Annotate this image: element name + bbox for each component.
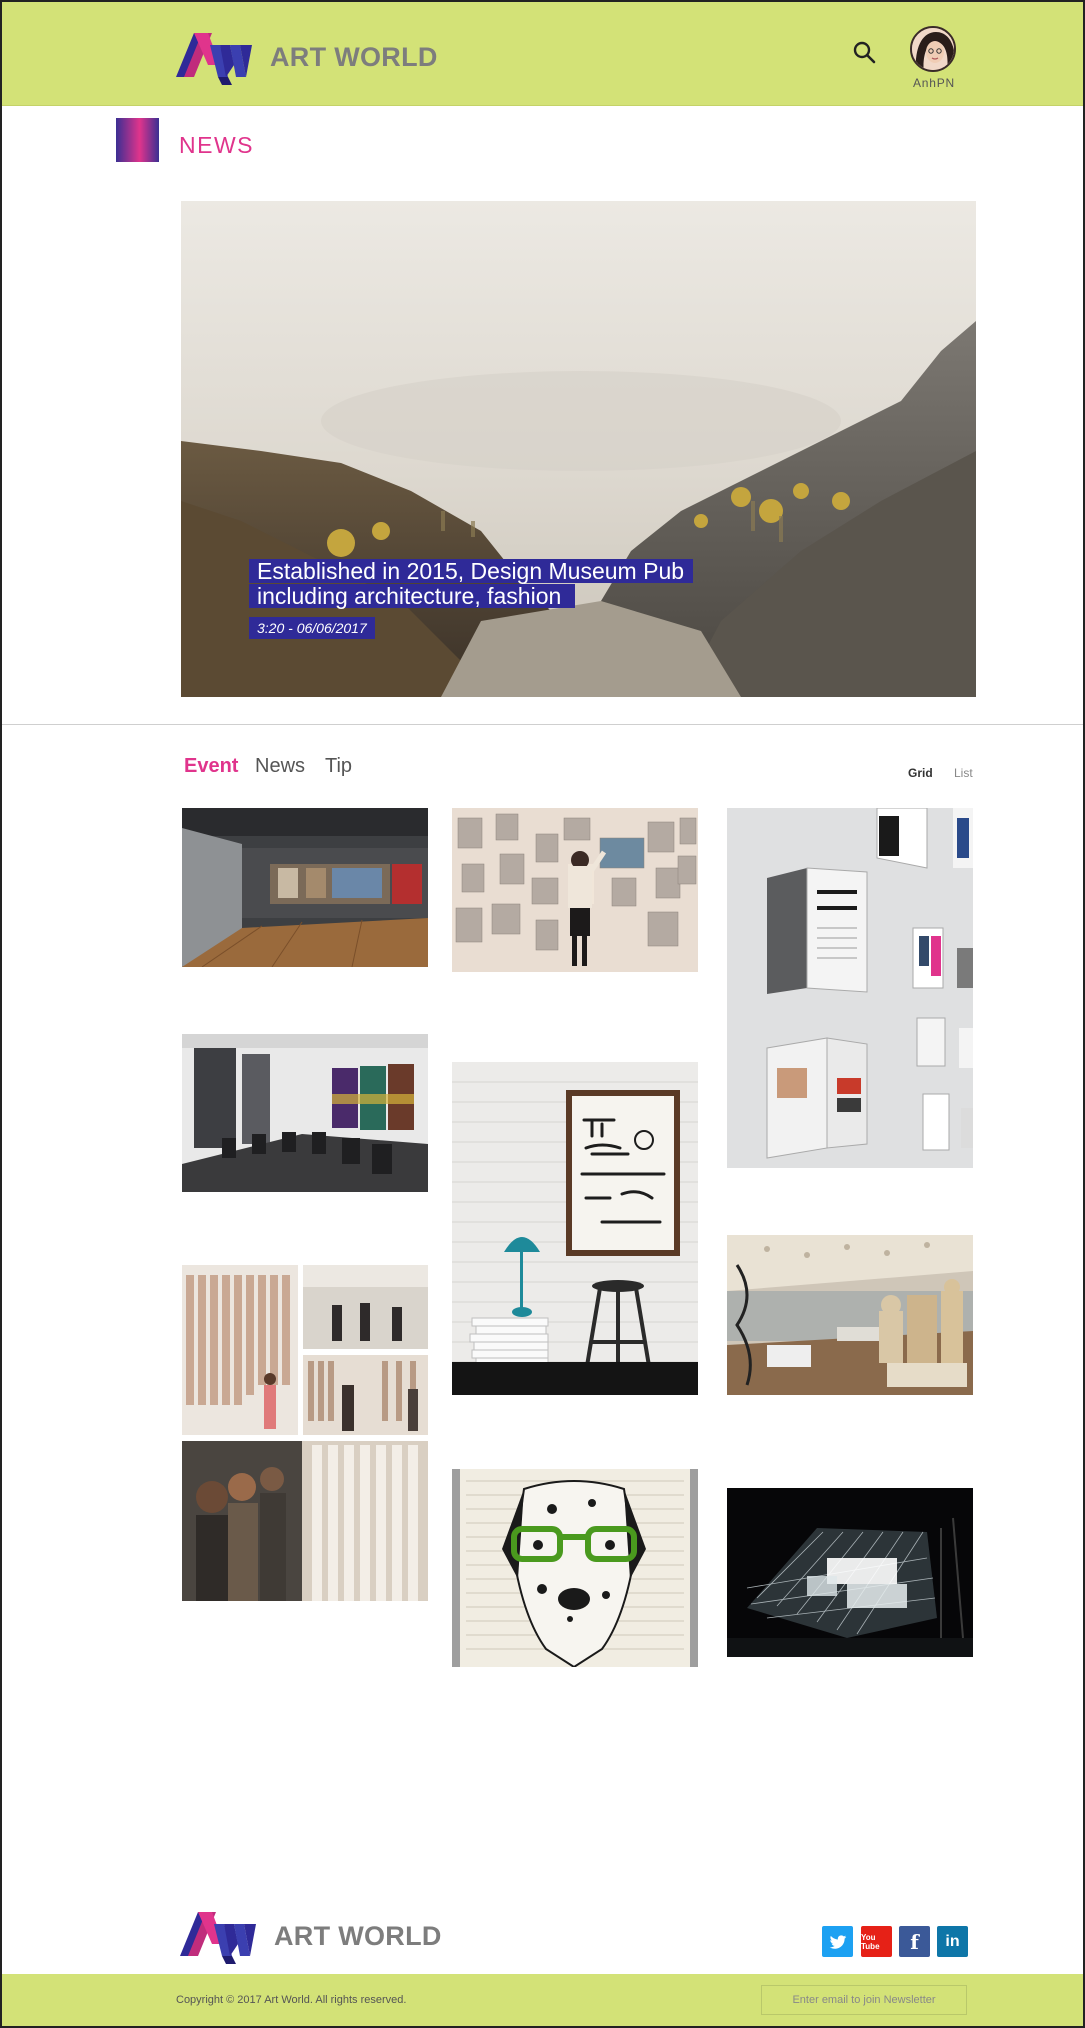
wall-visitor-image xyxy=(452,808,698,972)
twitter-icon[interactable] xyxy=(822,1926,853,1957)
gallery-coffee-poster[interactable] xyxy=(452,1062,698,1395)
search-icon[interactable] xyxy=(852,40,878,66)
gallery-collage-visitors[interactable] xyxy=(182,1265,428,1601)
gallery-design-exhibition[interactable] xyxy=(727,1235,973,1395)
design-exhibition-image xyxy=(727,1235,973,1395)
art-world-logo-icon xyxy=(176,33,252,85)
gallery-dog-poster[interactable] xyxy=(452,1469,698,1667)
gallery-meeting-room[interactable] xyxy=(182,1034,428,1192)
art-world-logo-icon xyxy=(180,1912,256,1964)
site-header: ART WORLD AnhPN xyxy=(0,0,1085,106)
coffee-poster-image xyxy=(452,1062,698,1395)
user-name: AnhPN xyxy=(912,76,956,90)
footer-logo[interactable]: ART WORLD xyxy=(178,1904,442,1968)
dog-poster-image xyxy=(452,1469,698,1667)
twitter-bird-icon xyxy=(829,1934,846,1949)
avatar-icon xyxy=(912,28,954,70)
hero-headline-line2: including architecture, fashion xyxy=(249,584,576,608)
gallery-museum-hall[interactable] xyxy=(182,808,428,967)
hero-caption: Established in 2015, Design Museum Pub i… xyxy=(249,559,749,639)
hero-featured-news[interactable]: Established in 2015, Design Museum Pub i… xyxy=(181,201,976,697)
newsletter-email-input[interactable] xyxy=(761,1985,967,2015)
tab-tip[interactable]: Tip xyxy=(325,755,352,778)
tab-news[interactable]: News xyxy=(255,755,305,778)
museum-hall-image xyxy=(182,808,428,967)
magazine-wall-image xyxy=(727,808,973,1168)
night-pavilion-image xyxy=(727,1488,973,1657)
hero-headline-line1: Established in 2015, Design Museum Pub xyxy=(249,559,694,583)
facebook-icon[interactable]: f xyxy=(899,1926,930,1957)
tab-event[interactable]: Event xyxy=(184,755,238,778)
collage-visitors-image xyxy=(182,1265,428,1601)
section-title: NEWS xyxy=(179,132,254,158)
gallery-magazine-wall[interactable] xyxy=(727,808,973,1168)
copyright-text: Copyright © 2017 Art World. All rights r… xyxy=(176,1994,407,2006)
linkedin-icon[interactable]: in xyxy=(937,1926,968,1957)
section-divider xyxy=(2,724,1083,725)
gallery-night-pavilion[interactable] xyxy=(727,1488,973,1657)
youtube-icon[interactable]: You Tube xyxy=(861,1926,892,1957)
footer-brand-name: ART WORLD xyxy=(274,1920,442,1951)
hero-date: 3:20 - 06/06/2017 xyxy=(249,617,375,639)
meeting-room-image xyxy=(182,1034,428,1192)
section-badge xyxy=(116,118,159,162)
brand-name: ART WORLD xyxy=(270,41,438,72)
user-avatar[interactable] xyxy=(910,26,956,72)
view-grid-toggle[interactable]: Grid xyxy=(908,766,933,780)
gallery-wall-visitor[interactable] xyxy=(452,808,698,972)
header-logo[interactable]: ART WORLD xyxy=(174,25,438,89)
view-list-toggle[interactable]: List xyxy=(954,766,973,780)
